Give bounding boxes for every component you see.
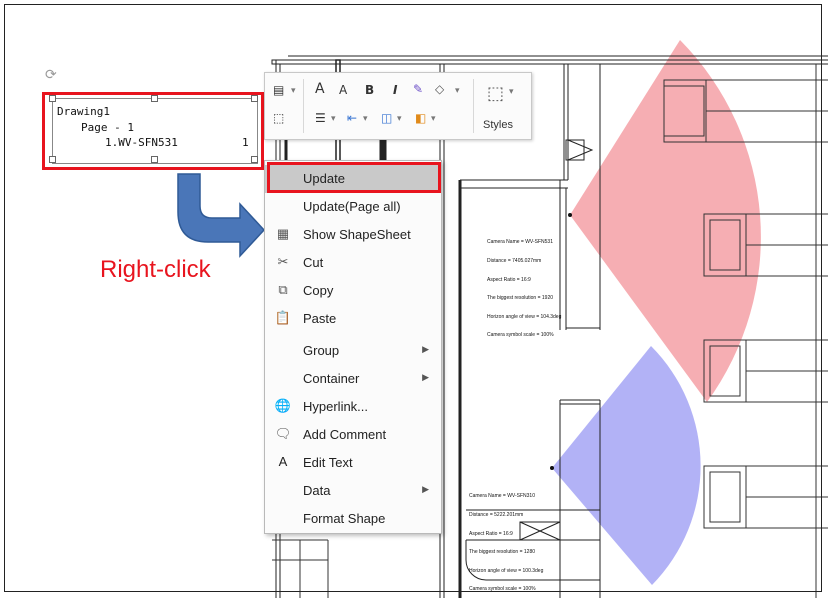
menu-item-label: Group bbox=[303, 343, 340, 358]
right-click-label: Right-click bbox=[100, 256, 211, 283]
menu-item-hyperlink[interactable]: 🌐 Hyperlink... bbox=[265, 393, 441, 421]
camera2-info-line: Horizon angle of view = 100.3deg bbox=[469, 567, 544, 574]
paste-icon: 📋 bbox=[274, 310, 292, 325]
menu-item-label: Show ShapeSheet bbox=[303, 227, 411, 242]
context-menu: Update Update(Page all) ▦ Show ShapeShee… bbox=[264, 160, 442, 534]
dropdown-arrow-icon[interactable]: ▾ bbox=[431, 114, 436, 124]
dropdown-arrow-icon[interactable]: ▾ bbox=[331, 114, 336, 124]
menu-item-label: Cut bbox=[303, 255, 324, 270]
bold-button[interactable]: B bbox=[365, 83, 374, 97]
increase-font-button[interactable]: A bbox=[315, 81, 325, 97]
dropdown-arrow-icon[interactable]: ▾ bbox=[363, 114, 368, 124]
camera2-info-line: Camera Name = WV-SFN310 bbox=[469, 493, 535, 500]
screenshot-canvas: ⟳ Drawing1 Page - 1 1.WV-SFN531 1 ▤ ▾ ⬚ … bbox=[0, 0, 828, 598]
camera2-info-line: The biggest resolution = 1280 bbox=[469, 549, 536, 556]
dropdown-arrow-icon[interactable]: ▾ bbox=[291, 86, 296, 96]
menu-item-data[interactable]: Data ▶ bbox=[265, 477, 441, 505]
decrease-font-button[interactable]: A bbox=[339, 83, 347, 97]
scissors-icon: ✂ bbox=[277, 254, 289, 269]
camera1-info-line: Camera symbol scale = 100% bbox=[487, 332, 554, 339]
format-painter-icon[interactable]: ✎ bbox=[413, 82, 423, 96]
text-icon: A bbox=[278, 454, 288, 469]
camera1-info-line: Aspect Ratio = 16:9 bbox=[487, 276, 531, 283]
menu-item-container[interactable]: Container ▶ bbox=[265, 365, 441, 393]
camera2-info-line: Camera symbol scale = 100% bbox=[469, 586, 536, 593]
menu-item-cut[interactable]: ✂ Cut bbox=[265, 249, 441, 277]
dropdown-arrow-icon[interactable]: ▾ bbox=[455, 86, 460, 96]
menu-item-label: Edit Text bbox=[303, 455, 353, 470]
camera2-info-line: Distance = 5222.201mm bbox=[469, 512, 524, 519]
menu-item-label: Format Shape bbox=[303, 511, 386, 526]
camera1-info-line: The biggest resolution = 1920 bbox=[487, 295, 554, 302]
hyperlink-icon: 🌐 bbox=[274, 398, 292, 413]
submenu-arrow-icon: ▶ bbox=[422, 344, 429, 354]
pointer-tool-icon[interactable]: ⬚ bbox=[273, 111, 284, 125]
indent-icon[interactable]: ⇤ bbox=[347, 111, 357, 125]
shapesheet-icon: ▦ bbox=[276, 226, 290, 241]
menu-item-show-shapesheet[interactable]: ▦ Show ShapeSheet bbox=[265, 221, 441, 249]
camera1-info-line: Horizon angle of view = 104.3deg bbox=[487, 313, 562, 320]
menu-item-format-shape[interactable]: Format Shape bbox=[265, 505, 441, 533]
menu-item-label: Data bbox=[303, 483, 331, 498]
fill-icon[interactable]: ◇ bbox=[435, 82, 444, 96]
camera1-info-line: Camera Name = WV-SFN531 bbox=[487, 239, 553, 246]
shape-highlight-box bbox=[42, 92, 264, 170]
menu-item-copy[interactable]: ⧉ Copy bbox=[265, 277, 441, 305]
toolbar-divider bbox=[303, 79, 304, 133]
camera1-info-line: Distance = 7405.027mm bbox=[487, 258, 542, 265]
menu-item-label: Hyperlink... bbox=[303, 399, 369, 414]
menu-item-label: Add Comment bbox=[303, 427, 387, 442]
font-box-icon[interactable]: ▤ bbox=[273, 83, 284, 97]
menu-item-label: Container bbox=[303, 371, 360, 386]
copy-icon: ⧉ bbox=[278, 282, 288, 297]
menu-item-edit-text[interactable]: A Edit Text bbox=[265, 449, 441, 477]
dropdown-arrow-icon[interactable]: ▾ bbox=[397, 114, 402, 124]
dropdown-arrow-icon[interactable]: ▾ bbox=[509, 87, 514, 97]
toolbar-divider bbox=[473, 79, 474, 133]
menu-item-update-page-all[interactable]: Update(Page all) bbox=[265, 193, 441, 221]
italic-button[interactable]: I bbox=[393, 83, 397, 97]
submenu-arrow-icon: ▶ bbox=[422, 484, 429, 494]
update-highlight-box bbox=[267, 162, 441, 193]
menu-item-label: Paste bbox=[303, 311, 337, 326]
align-text-icon[interactable]: ☰ bbox=[315, 111, 326, 125]
menu-item-group[interactable]: Group ▶ bbox=[265, 337, 441, 365]
rotate-handle-icon[interactable]: ⟳ bbox=[45, 67, 57, 83]
comment-icon: 🗨 bbox=[274, 426, 292, 441]
mini-toolbar: ▤ ▾ ⬚ A A B I ✎ ◇ ▾ ☰ ▾ ⇤ ▾ ◫ ▾ ◧ ▾ ⬚ ▾ … bbox=[264, 72, 532, 140]
menu-item-label: Update(Page all) bbox=[303, 199, 401, 214]
menu-item-add-comment[interactable]: 🗨 Add Comment bbox=[265, 421, 441, 449]
menu-item-paste[interactable]: 📋 Paste bbox=[265, 305, 441, 333]
send-backward-icon[interactable]: ◧ bbox=[415, 111, 426, 125]
styles-icon[interactable]: ⬚ bbox=[487, 83, 504, 104]
camera1-info: Camera Name = WV-SFN531 Distance = 7405.… bbox=[487, 227, 561, 351]
menu-item-label: Copy bbox=[303, 283, 334, 298]
submenu-arrow-icon: ▶ bbox=[422, 372, 429, 382]
camera2-info: Camera Name = WV-SFN310 Distance = 5222.… bbox=[469, 481, 543, 598]
camera2-info-line: Aspect Ratio = 16:9 bbox=[469, 530, 513, 537]
bring-forward-icon[interactable]: ◫ bbox=[381, 111, 392, 125]
styles-button[interactable]: Styles bbox=[483, 119, 513, 131]
